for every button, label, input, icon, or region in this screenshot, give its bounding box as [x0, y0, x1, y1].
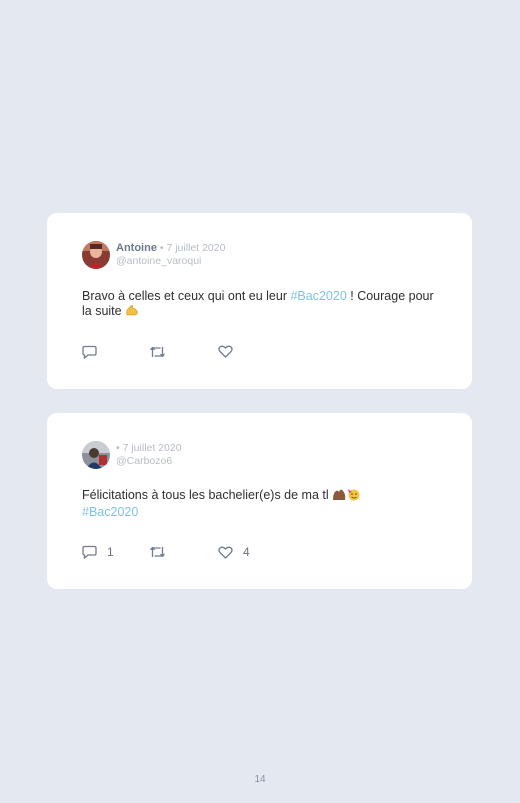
retweet-icon	[149, 546, 166, 558]
tweet-header: Antoine • 7 juillet 2020 @antoine_varoqu…	[116, 242, 225, 268]
like-button[interactable]	[218, 345, 243, 358]
tweet-date[interactable]: 7 juillet 2020	[166, 242, 225, 254]
author-handle[interactable]: @antoine_varoqui	[116, 255, 225, 268]
tweet-header: • 7 juillet 2020 @Carbozo6	[116, 442, 182, 468]
hashtag-link[interactable]: #Bac2020	[82, 505, 138, 519]
tweet-text: Bravo à celles et ceux qui ont eu leur #…	[82, 289, 442, 321]
tweet-card: • 7 juillet 2020 @Carbozo6 Félicitations…	[47, 413, 472, 589]
heart-icon	[218, 546, 233, 559]
text-before: Félicitations à tous les bachelier(e)s d…	[82, 488, 333, 502]
tweet-text: Félicitations à tous les bachelier(e)s d…	[82, 488, 442, 520]
like-button[interactable]: 4	[218, 545, 250, 559]
page-number: 14	[254, 774, 266, 785]
like-count: 4	[243, 545, 250, 559]
text-before: Bravo à celles et ceux qui ont eu leur	[82, 289, 291, 303]
tweet-actions	[82, 345, 382, 361]
separator: •	[116, 442, 123, 454]
retweet-button[interactable]	[149, 345, 176, 359]
avatar[interactable]	[82, 241, 110, 269]
author-name[interactable]: Antoine	[116, 242, 157, 254]
avatar[interactable]	[82, 441, 110, 469]
party-face-icon	[347, 488, 361, 505]
reply-button[interactable]	[82, 345, 107, 359]
flexed-biceps-icon	[125, 304, 139, 321]
raised-hands-icon	[332, 488, 347, 505]
reply-count: 1	[107, 545, 114, 559]
retweet-button[interactable]	[149, 545, 176, 559]
reply-icon	[82, 545, 97, 559]
heart-icon	[218, 345, 233, 358]
author-handle[interactable]: @Carbozo6	[116, 455, 182, 468]
retweet-icon	[149, 346, 166, 358]
tweet-actions: 1 4	[82, 545, 382, 561]
tweet-card: Antoine • 7 juillet 2020 @antoine_varoqu…	[47, 213, 472, 389]
reply-button[interactable]: 1	[82, 545, 114, 559]
hashtag-link[interactable]: #Bac2020	[290, 289, 346, 303]
reply-icon	[82, 345, 97, 359]
tweet-date[interactable]: 7 juillet 2020	[123, 442, 182, 454]
